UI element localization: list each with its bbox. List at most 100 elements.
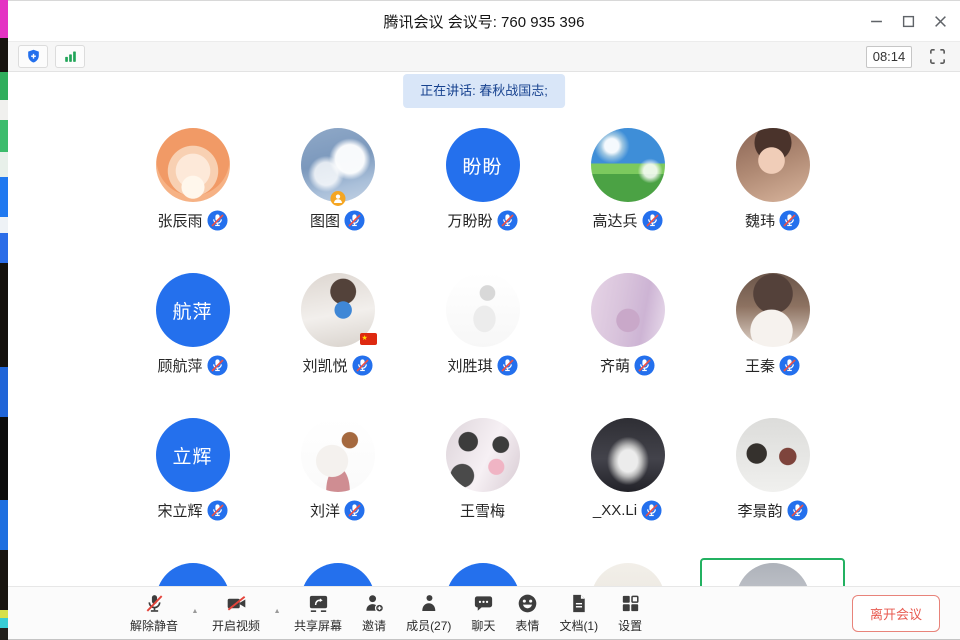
participant-刘胜琪[interactable]: 刘胜琪 — [410, 273, 555, 418]
meeting-timer: 08:14 — [866, 46, 912, 68]
participant-avatar — [591, 563, 665, 586]
participant-name: 张辰雨 — [157, 210, 202, 231]
toolbar-item-emoji[interactable]: 表情 — [505, 592, 549, 634]
participant-name-row: 刘凯悦 — [302, 354, 372, 376]
window-title: 腾讯会议 会议号: 760 935 396 — [384, 11, 585, 32]
meeting-window: 腾讯会议 会议号: 760 935 396 08:14 — [8, 0, 960, 640]
participant-刘洋[interactable]: 刘洋 — [265, 418, 410, 563]
participant-name: 顾航萍 — [157, 355, 202, 376]
toolbar-label: 表情 — [515, 617, 539, 634]
participant-cell[interactable] — [700, 563, 845, 586]
participant-宋立辉[interactable]: 立辉 宋立辉 — [120, 418, 265, 563]
mic-muted-badge — [344, 210, 365, 231]
participant-name: 刘胜琪 — [447, 355, 492, 376]
participant-顾航萍[interactable]: 航萍 顾航萍 — [120, 273, 265, 418]
toolbar-item-settings[interactable]: 设置 — [608, 592, 652, 634]
toolbar-item-chat[interactable]: 聊天 — [461, 592, 505, 634]
toolbar-label: 邀请 — [362, 617, 386, 634]
toolbar-item-invite[interactable]: 邀请 — [352, 592, 396, 634]
participant-name: 宋立辉 — [157, 500, 202, 521]
toolbar-icon — [516, 592, 539, 615]
toolbar-item-member[interactable]: 成员(27) — [396, 592, 461, 634]
network-signal-button[interactable] — [55, 45, 85, 68]
participant-王秦[interactable]: 王秦 — [700, 273, 845, 418]
maximize-button[interactable] — [892, 6, 924, 36]
participant-avatar — [156, 128, 230, 202]
participant-name-row: 刘胜琪 — [447, 354, 517, 376]
mic-muted-badge — [497, 210, 518, 231]
participant-avatar — [301, 563, 375, 586]
participant-name: 李景韵 — [737, 500, 782, 521]
toolbar-item-share-screen[interactable]: 共享屏幕 — [284, 592, 352, 634]
topbar: 08:14 — [8, 41, 960, 72]
participant-name-row: 宋立辉 — [157, 499, 227, 521]
participant-avatar — [591, 273, 665, 347]
toolbar-item-camera-off[interactable]: 开启视频 — [202, 592, 270, 634]
participant-name: 王秦 — [745, 355, 775, 376]
participant-name: 刘凯悦 — [302, 355, 347, 376]
options-arrow-mic-muted[interactable]: ▲ — [188, 608, 202, 615]
mic-muted-badge — [787, 500, 808, 521]
participant-name-row: 魏玮 — [745, 209, 800, 231]
participant-avatar — [736, 273, 810, 347]
participant-_XX.Li[interactable]: _XX.Li — [555, 418, 700, 563]
participant-avatar — [736, 418, 810, 492]
mic-muted-badge — [634, 355, 655, 376]
mic-muted-badge — [207, 355, 228, 376]
participant-万盼盼[interactable]: 盼盼 万盼盼 — [410, 128, 555, 273]
toolbar-label: 共享屏幕 — [294, 617, 342, 634]
desktop-background-edge — [0, 0, 8, 640]
participant-name-row: 顾航萍 — [157, 354, 227, 376]
titlebar: 腾讯会议 会议号: 760 935 396 — [8, 1, 960, 41]
topbar-right: 08:14 — [866, 45, 950, 69]
participant-area: 正在讲话: 春秋战国志; 张辰雨 图图 盼盼 — [8, 72, 960, 586]
participant-图图[interactable]: 图图 — [265, 128, 410, 273]
participant-王雪梅[interactable]: 王雪梅 — [410, 418, 555, 563]
toolbar-label: 设置 — [618, 617, 642, 634]
security-shield-button[interactable] — [18, 45, 48, 68]
participant-name-row: 刘洋 — [310, 499, 365, 521]
participant-魏玮[interactable]: 魏玮 — [700, 128, 845, 273]
toolbar-icon — [143, 592, 166, 615]
avatar-initials: 立辉 — [172, 442, 212, 469]
mic-muted-badge — [779, 355, 800, 376]
participant-高达兵[interactable]: 高达兵 — [555, 128, 700, 273]
avatar-initials: 航萍 — [172, 297, 212, 324]
toolbar-item-mic-muted[interactable]: 解除静音 — [120, 592, 188, 634]
participant-avatar — [446, 273, 520, 347]
participant-张辰雨[interactable]: 张辰雨 — [120, 128, 265, 273]
participant-cell[interactable] — [120, 563, 265, 586]
participant-李景韵[interactable]: 李景韵 — [700, 418, 845, 563]
participant-cell[interactable] — [410, 563, 555, 586]
speaking-banner: 正在讲话: 春秋战国志; — [403, 74, 565, 108]
participant-name-row: 高达兵 — [592, 209, 662, 231]
participant-cell[interactable] — [555, 563, 700, 586]
toolbar-icon — [619, 592, 642, 615]
toolbar-item-doc[interactable]: 文档(1) — [549, 592, 608, 634]
participant-齐萌[interactable]: 齐萌 — [555, 273, 700, 418]
toolbar-icon — [472, 592, 495, 615]
participant-avatar — [446, 563, 520, 586]
participant-cell[interactable] — [265, 563, 410, 586]
security-shield-icon — [25, 48, 42, 65]
participant-刘凯悦[interactable]: ★ 刘凯悦 — [265, 273, 410, 418]
participant-avatar — [736, 128, 810, 202]
toolbar-label: 文档(1) — [559, 617, 598, 634]
toolbar-icon — [417, 592, 440, 615]
minimize-icon — [870, 15, 883, 28]
member-role-badge — [330, 191, 345, 206]
options-arrow-camera-off[interactable]: ▲ — [270, 608, 284, 615]
close-button[interactable] — [924, 6, 956, 36]
participant-name-row: 王雪梅 — [460, 499, 505, 521]
participant-avatar — [156, 563, 230, 586]
participant-avatar: 航萍 — [156, 273, 230, 347]
leave-meeting-button[interactable]: 离开会议 — [852, 595, 940, 632]
fullscreen-button[interactable] — [924, 45, 950, 69]
participant-name: 魏玮 — [745, 210, 775, 231]
participant-grid: 张辰雨 图图 盼盼 万盼盼 — [120, 128, 848, 586]
minimize-button[interactable] — [860, 6, 892, 36]
participant-avatar: 盼盼 — [446, 128, 520, 202]
participant-row-partial — [120, 563, 848, 586]
participant-row: 张辰雨 图图 盼盼 万盼盼 — [120, 128, 848, 273]
mic-muted-badge — [642, 210, 663, 231]
